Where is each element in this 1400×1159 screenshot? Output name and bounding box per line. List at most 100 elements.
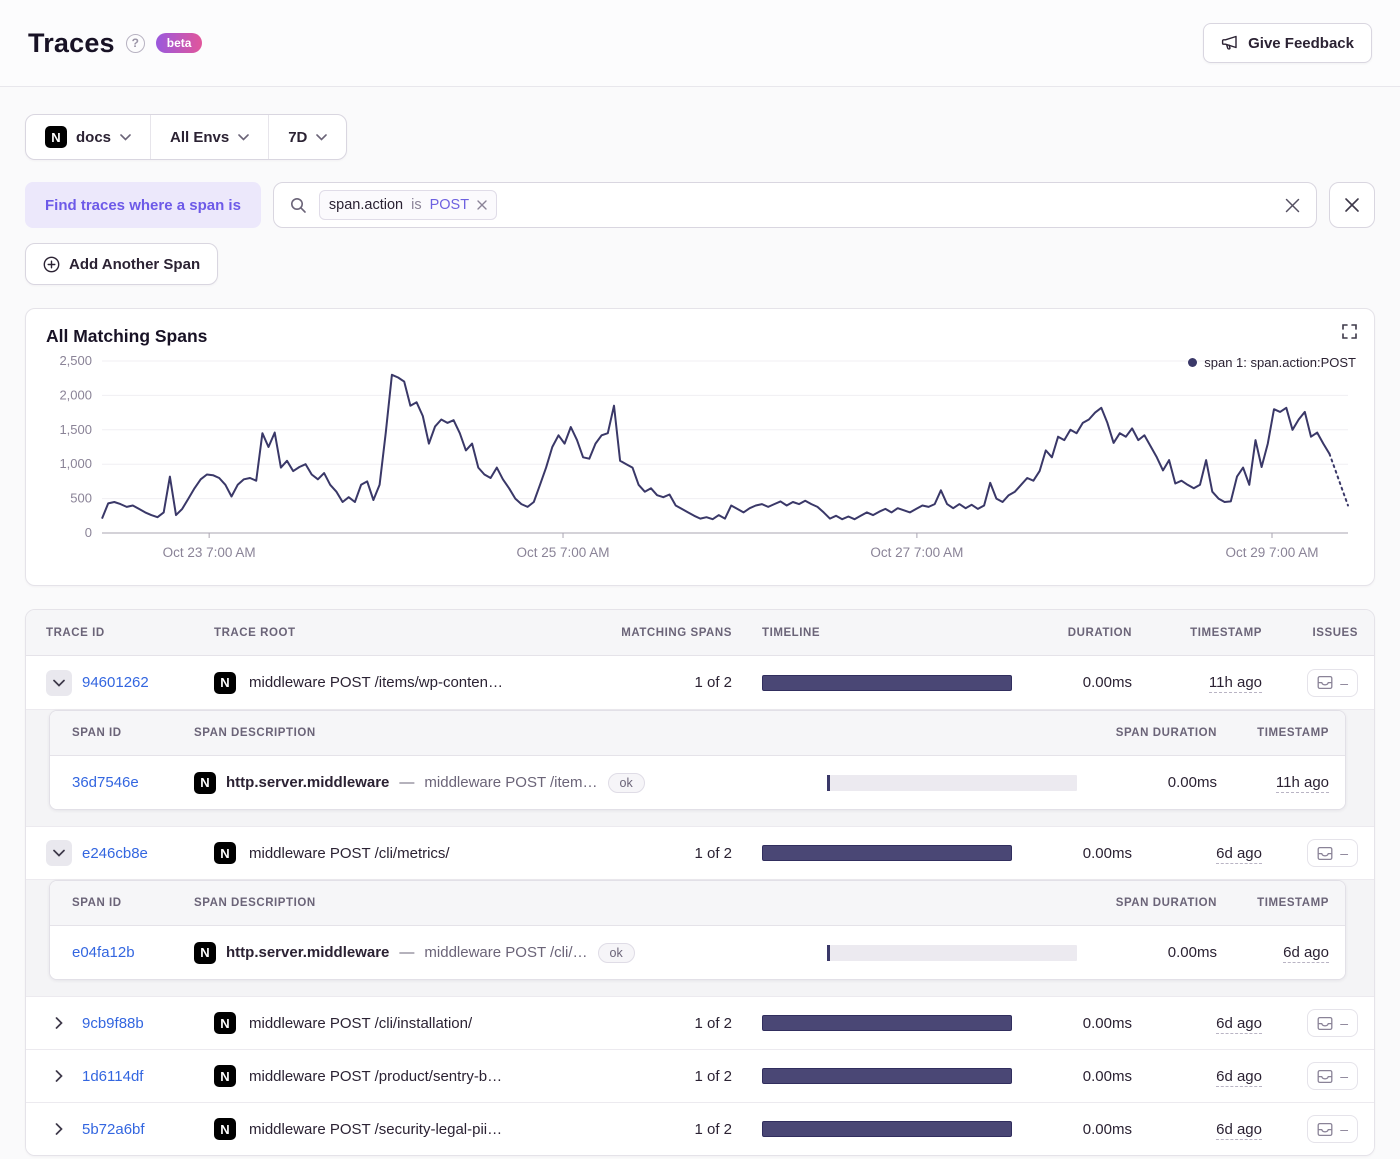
svg-text:1,000: 1,000 xyxy=(59,456,92,471)
fullscreen-icon[interactable] xyxy=(1342,324,1357,339)
span-timeline-bar xyxy=(827,774,1077,791)
timestamp-value[interactable]: 6d ago xyxy=(1216,1014,1262,1034)
span-duration-value: 0.00ms xyxy=(1167,774,1217,791)
search-input[interactable] xyxy=(509,195,1273,215)
col-span-description: SPAN DESCRIPTION xyxy=(194,897,316,909)
clear-search-icon[interactable] xyxy=(1285,198,1300,213)
timeline-bar xyxy=(762,674,1012,691)
span-id-link[interactable]: e04fa12b xyxy=(72,944,194,961)
give-feedback-label: Give Feedback xyxy=(1248,34,1354,52)
col-duration: DURATION xyxy=(1067,626,1132,639)
collapse-trace-button[interactable] xyxy=(46,669,72,696)
trace-root-label: middleware POST /items/wp-conten… xyxy=(249,674,503,691)
issues-empty-dash: – xyxy=(1340,674,1348,691)
col-span-timestamp: TIMESTAMP xyxy=(1257,897,1329,909)
svg-text:Oct 27 7:00 AM: Oct 27 7:00 AM xyxy=(870,545,963,560)
table-row: 5b72a6bf N middleware POST /security-leg… xyxy=(26,1102,1374,1155)
chevron-down-icon xyxy=(316,133,328,141)
span-query-row: Find traces where a span is span.action … xyxy=(25,182,1375,228)
timestamp-value[interactable]: 6d ago xyxy=(1216,1120,1262,1140)
trace-root-label: middleware POST /security-legal-pii… xyxy=(249,1120,503,1138)
duration-value: 0.00ms xyxy=(1082,1120,1132,1138)
duration-value: 0.00ms xyxy=(1082,674,1132,691)
issues-button[interactable]: – xyxy=(1307,1062,1358,1090)
col-trace-id: TRACE ID xyxy=(46,626,105,639)
add-another-span-button[interactable]: Add Another Span xyxy=(25,243,219,285)
svg-text:1,500: 1,500 xyxy=(59,422,92,437)
timestamp-value[interactable]: 6d ago xyxy=(1216,844,1262,864)
span-timestamp-value[interactable]: 11h ago xyxy=(1275,774,1329,793)
timestamp-value[interactable]: 11h ago xyxy=(1208,674,1262,693)
page-header: Traces ? beta Give Feedback xyxy=(0,0,1400,87)
col-span-duration: SPAN DURATION xyxy=(1115,897,1217,909)
all-matching-spans-panel: All Matching Spans span 1: span.action:P… xyxy=(25,308,1375,586)
col-span-timestamp: TIMESTAMP xyxy=(1257,727,1329,739)
timeline-bar xyxy=(762,1068,1012,1084)
trace-id-link[interactable]: 1d6114df xyxy=(82,1068,143,1085)
col-trace-root: TRACE ROOT xyxy=(214,626,296,639)
span-id-link[interactable]: 36d7546e xyxy=(72,774,194,791)
nextjs-icon: N xyxy=(214,1118,236,1140)
duration-value: 0.00ms xyxy=(1082,1014,1132,1032)
issues-empty-dash: – xyxy=(1340,845,1348,861)
table-row: e246cb8e N middleware POST /cli/metrics/… xyxy=(26,826,1374,879)
span-row: 36d7546e N http.server.middleware — midd… xyxy=(50,756,1345,809)
project-filter[interactable]: N docs xyxy=(26,115,150,159)
trace-id-link[interactable]: e246cb8e xyxy=(82,845,148,862)
token-operator: is xyxy=(411,197,422,213)
span-row: e04fa12b N http.server.middleware — midd… xyxy=(50,926,1345,979)
span-query-label: Find traces where a span is xyxy=(25,182,261,228)
span-search-bar[interactable]: span.action is POST xyxy=(272,182,1317,228)
chevron-down-icon xyxy=(120,133,131,141)
expand-trace-button[interactable] xyxy=(46,1116,72,1142)
token-remove-icon[interactable] xyxy=(477,200,487,210)
op-separator: — xyxy=(399,774,415,791)
spans-line-chart[interactable]: 0 500 1,000 1,500 2,000 2,500 Oct 23 7:00 AM Oc… xyxy=(46,347,1354,579)
trace-id-link[interactable]: 9cb9f88b xyxy=(82,1015,144,1032)
add-another-span-label: Add Another Span xyxy=(69,255,201,273)
span-table-header-row: SPAN ID SPAN DESCRIPTION SPAN DURATION T… xyxy=(50,711,1345,756)
timeline-bar xyxy=(762,845,1012,861)
table-row: 1d6114df N middleware POST /product/sent… xyxy=(26,1049,1374,1102)
span-op-label: http.server.middleware xyxy=(226,774,390,791)
span-timestamp-value[interactable]: 6d ago xyxy=(1283,944,1329,963)
filter-token[interactable]: span.action is POST xyxy=(318,190,498,220)
svg-text:2,500: 2,500 xyxy=(59,353,92,368)
beta-badge: beta xyxy=(155,33,203,53)
issues-button[interactable]: – xyxy=(1307,839,1358,867)
span-timeline-tick xyxy=(827,774,830,791)
matching-spans-count: 1 of 2 xyxy=(694,1067,732,1085)
nextjs-icon: N xyxy=(214,842,236,864)
trace-id-link[interactable]: 94601262 xyxy=(82,674,149,691)
svg-text:500: 500 xyxy=(70,491,92,506)
duration-value: 0.00ms xyxy=(1082,844,1132,862)
search-icon xyxy=(290,197,307,214)
span-description-label: middleware POST /item… xyxy=(424,774,598,791)
project-filter-label: docs xyxy=(76,128,112,146)
span-timeline-tick xyxy=(827,944,830,961)
col-issues: ISSUES xyxy=(1312,626,1358,639)
expand-trace-button[interactable] xyxy=(46,1063,72,1089)
col-span-id: SPAN ID xyxy=(72,727,122,739)
issues-button[interactable]: – xyxy=(1307,1009,1358,1037)
col-span-id: SPAN ID xyxy=(72,897,122,909)
issues-button[interactable]: – xyxy=(1307,1115,1358,1143)
duration-value: 0.00ms xyxy=(1082,1067,1132,1085)
trace-id-link[interactable]: 5b72a6bf xyxy=(82,1121,145,1138)
collapse-trace-button[interactable] xyxy=(46,840,72,866)
span-status-badge: ok xyxy=(607,772,645,793)
nextjs-icon: N xyxy=(214,1065,236,1087)
traces-table: TRACE ID TRACE ROOT MATCHING SPANS TIMEL… xyxy=(25,609,1375,1156)
help-icon[interactable]: ? xyxy=(125,33,145,53)
time-range-filter[interactable]: 7D xyxy=(268,115,346,159)
environment-filter[interactable]: All Envs xyxy=(150,115,268,159)
span-timeline-bar xyxy=(827,944,1077,961)
give-feedback-button[interactable]: Give Feedback xyxy=(1203,23,1372,63)
issues-button[interactable]: – xyxy=(1307,668,1358,697)
remove-span-filter-button[interactable] xyxy=(1329,182,1375,228)
expand-trace-button[interactable] xyxy=(46,1010,72,1036)
page-title: Traces xyxy=(28,27,115,58)
table-row: 94601262 N middleware POST /items/wp-con… xyxy=(26,656,1374,709)
timestamp-value[interactable]: 6d ago xyxy=(1216,1067,1262,1087)
col-timestamp: TIMESTAMP xyxy=(1190,626,1262,639)
